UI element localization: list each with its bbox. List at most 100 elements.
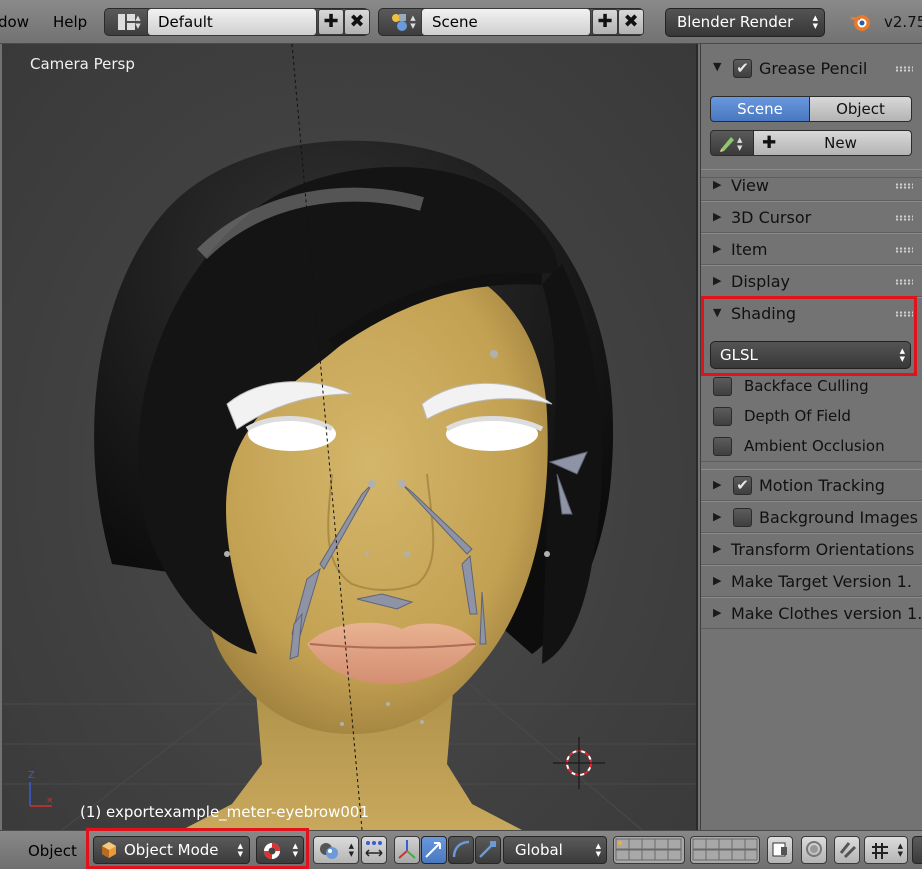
add-scene-button[interactable]: ✚ bbox=[592, 9, 618, 35]
proportional-edit-button[interactable] bbox=[834, 836, 860, 864]
circle-icon bbox=[806, 841, 822, 857]
menu-help[interactable]: Help bbox=[53, 13, 87, 31]
scene-name-field[interactable]: Scene bbox=[421, 8, 591, 36]
orientation-updown-icon: ▲ ▼ bbox=[595, 842, 601, 858]
panel-grease-pencil: ▼ ✔ Grease Pencil Scene Object ▲ ▼ ✚ New bbox=[701, 53, 922, 178]
rotate-manipulator-button[interactable] bbox=[448, 836, 474, 864]
backface-culling-checkbox[interactable] bbox=[713, 377, 732, 396]
section-view-label: View bbox=[731, 176, 769, 195]
render-updown-icon: ▲ ▼ bbox=[812, 14, 818, 30]
add-layout-button[interactable]: ✚ bbox=[318, 9, 344, 35]
svg-text:▼: ▼ bbox=[737, 144, 743, 152]
delete-scene-button[interactable]: ✖ bbox=[618, 9, 644, 35]
svg-text:×: × bbox=[46, 796, 54, 806]
drag-grip-icon[interactable] bbox=[895, 215, 913, 221]
shading-select-updown-icon: ▲ ▼ bbox=[348, 842, 354, 858]
layers-grid-1[interactable] bbox=[613, 836, 685, 864]
section-transform-orientations-label: Transform Orientations bbox=[731, 540, 915, 559]
panel-transform-orientations[interactable]: ▶ Transform Orientations bbox=[701, 533, 922, 565]
ambient-occlusion-label: Ambient Occlusion bbox=[744, 437, 885, 455]
expand-triangle-icon: ▶ bbox=[713, 242, 722, 255]
magnet-icon bbox=[839, 842, 857, 859]
motion-tracking-checkbox[interactable]: ✔ bbox=[733, 476, 752, 495]
expand-triangle-icon: ▶ bbox=[713, 510, 722, 523]
pencil-select-icon[interactable]: ▲ ▼ bbox=[710, 130, 754, 156]
panel-view[interactable]: ▶ View bbox=[701, 169, 922, 201]
panel-make-clothes[interactable]: ▶ Make Clothes version 1. bbox=[701, 597, 922, 629]
delete-layout-button[interactable]: ✖ bbox=[344, 9, 370, 35]
expand-triangle-icon: ▶ bbox=[713, 178, 722, 191]
panel-make-target[interactable]: ▶ Make Target Version 1. bbox=[701, 565, 922, 597]
render-engine-select[interactable]: Blender Render ▲ ▼ bbox=[665, 8, 825, 37]
arrow-icon bbox=[425, 842, 441, 858]
shading-spheres-icon bbox=[320, 843, 338, 859]
expand-triangle-icon: ▶ bbox=[713, 542, 722, 555]
orientation-label: Global bbox=[515, 841, 563, 859]
opengl-render-button[interactable] bbox=[801, 836, 827, 864]
3d-viewport[interactable]: Z × Camera Persp (1) exportexample_meter… bbox=[2, 44, 698, 830]
render-engine-label: Blender Render bbox=[677, 13, 794, 31]
depth-of-field-checkbox[interactable] bbox=[713, 407, 732, 426]
layer-buttons-icon bbox=[692, 838, 758, 861]
layout-selector: ▲ ▼ Default ✚ ✖ bbox=[104, 8, 370, 36]
svg-text:Z: Z bbox=[28, 770, 35, 781]
manipulator-icon bbox=[398, 840, 416, 859]
menu-window[interactable]: dow bbox=[0, 13, 29, 31]
translate-manipulator-button[interactable] bbox=[421, 836, 447, 864]
shading-highlight-box bbox=[701, 296, 917, 376]
ambient-occlusion-checkbox[interactable] bbox=[713, 437, 732, 456]
tab-scene[interactable]: Scene bbox=[710, 96, 810, 122]
svg-text:▲: ▲ bbox=[737, 136, 743, 144]
collapse-triangle-icon[interactable]: ▼ bbox=[713, 60, 721, 73]
section-make-target-label: Make Target Version 1. bbox=[731, 572, 913, 591]
new-grease-pencil-button[interactable]: ✚ New bbox=[753, 130, 912, 156]
viewport-shading-select[interactable]: ▲ ▼ bbox=[313, 836, 359, 864]
backface-culling-label: Backface Culling bbox=[744, 377, 869, 395]
section-cursor-label: 3D Cursor bbox=[731, 208, 812, 227]
mode-highlight-box bbox=[86, 828, 309, 869]
properties-shelf: ▼ ✔ Grease Pencil Scene Object ▲ ▼ ✚ New … bbox=[700, 44, 922, 830]
version-label: v2.75 bbox=[884, 13, 922, 31]
snap-element-select[interactable]: ▲ ▼ bbox=[864, 836, 908, 864]
pivot-dots-icon bbox=[365, 841, 383, 857]
drag-grip-icon[interactable] bbox=[895, 247, 913, 253]
section-make-clothes-label: Make Clothes version 1. bbox=[731, 604, 922, 623]
scene-updown-icon: ▲ ▼ bbox=[410, 14, 416, 30]
scale-icon bbox=[479, 841, 496, 858]
lock-camera-button[interactable] bbox=[767, 836, 793, 864]
layers-grid-2[interactable] bbox=[690, 836, 760, 864]
section-item-label: Item bbox=[731, 240, 768, 259]
layout-name-field[interactable]: Default bbox=[147, 8, 317, 36]
drag-grip-icon[interactable] bbox=[895, 183, 913, 189]
3d-cursor-icon bbox=[553, 737, 605, 789]
snap-grid-icon bbox=[872, 843, 888, 859]
expand-triangle-icon: ▶ bbox=[713, 274, 722, 287]
menu-object[interactable]: Object bbox=[28, 842, 77, 860]
blender-logo-icon bbox=[850, 15, 870, 31]
panel-item[interactable]: ▶ Item bbox=[701, 233, 922, 265]
panel-display[interactable]: ▶ Display bbox=[701, 265, 922, 297]
depth-of-field-label: Depth Of Field bbox=[744, 407, 851, 425]
expand-triangle-icon: ▶ bbox=[713, 478, 722, 491]
snap-target-button[interactable] bbox=[912, 836, 922, 864]
new-label: New bbox=[824, 134, 857, 152]
manipulator-toggle[interactable] bbox=[394, 836, 420, 864]
drag-grip-icon[interactable] bbox=[895, 279, 913, 285]
panel-3d-cursor[interactable]: ▶ 3D Cursor bbox=[701, 201, 922, 233]
transform-orientation-select[interactable]: Global ▲ ▼ bbox=[503, 836, 607, 864]
expand-triangle-icon: ▶ bbox=[713, 606, 722, 619]
axis-gizmo-icon: Z × bbox=[28, 770, 54, 807]
grease-pencil-checkbox[interactable]: ✔ bbox=[733, 59, 752, 78]
drag-grip-icon[interactable] bbox=[895, 66, 913, 72]
panel-motion-tracking[interactable]: ▶ ✔ Motion Tracking bbox=[701, 469, 922, 501]
scale-manipulator-button[interactable] bbox=[475, 836, 501, 864]
background-images-checkbox[interactable] bbox=[733, 508, 752, 527]
expand-triangle-icon: ▶ bbox=[713, 574, 722, 587]
expand-triangle-icon: ▶ bbox=[713, 210, 722, 223]
panel-background-images[interactable]: ▶ Background Images bbox=[701, 501, 922, 533]
section-background-images-label: Background Images bbox=[759, 508, 918, 527]
section-display-label: Display bbox=[731, 272, 790, 291]
tab-object[interactable]: Object bbox=[809, 96, 912, 122]
scene-selector: ▲ ▼ Scene ✚ ✖ bbox=[378, 8, 644, 36]
pivot-point-button[interactable] bbox=[361, 836, 387, 864]
